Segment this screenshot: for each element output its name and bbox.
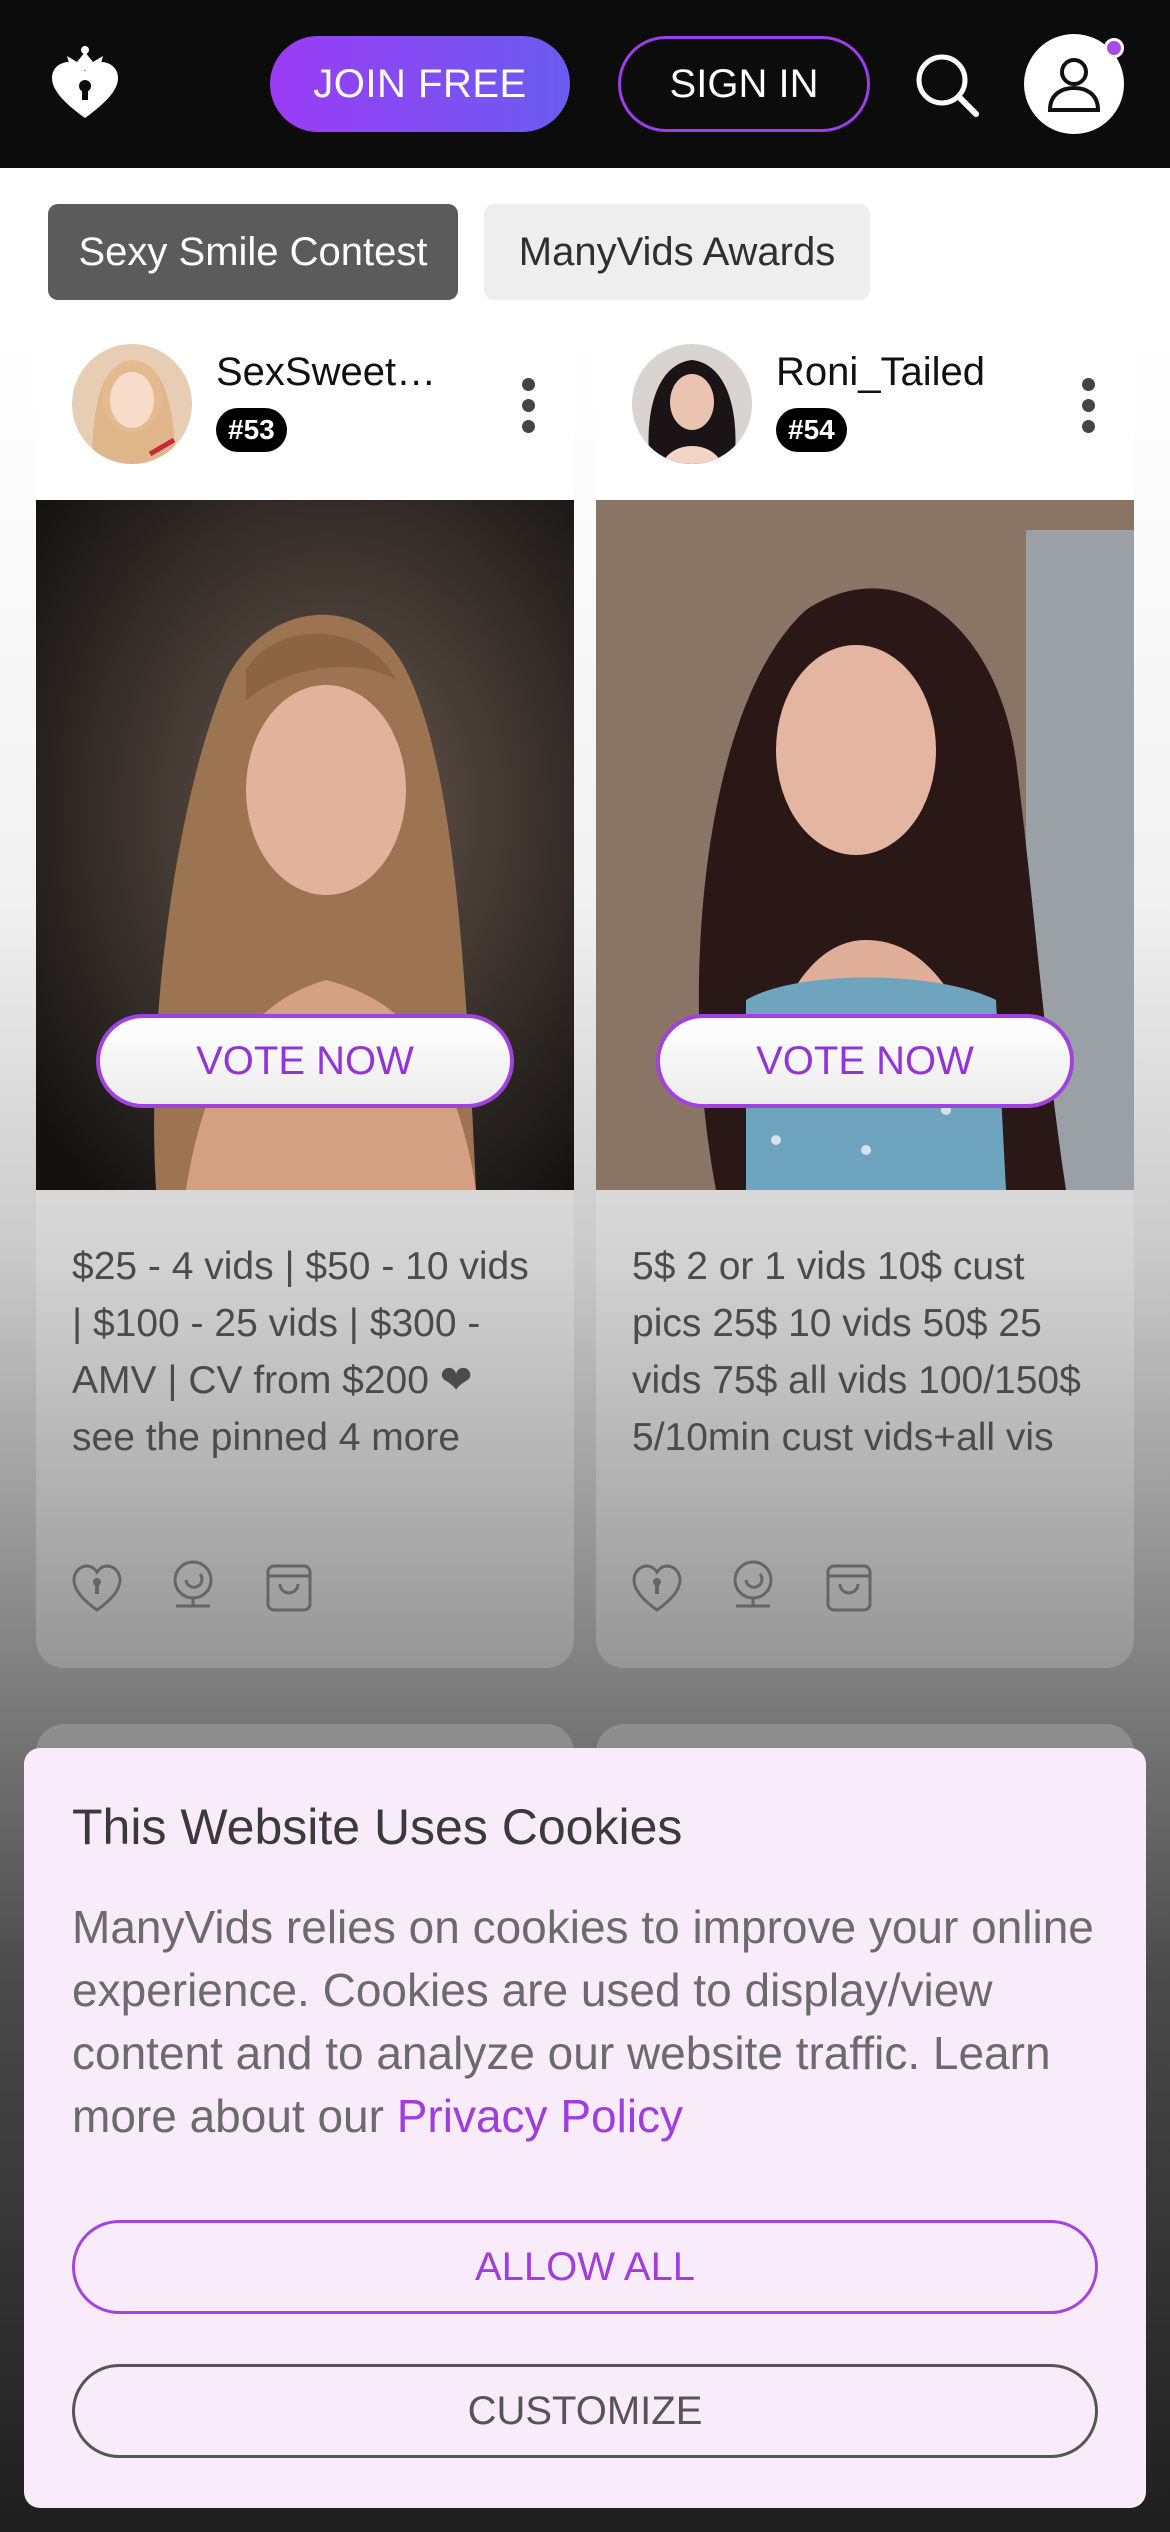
cookie-title: This Website Uses Cookies [72,1799,683,1855]
customize-button[interactable]: CUSTOMIZE [72,2364,1098,2458]
rank-badge: #53 [216,408,287,452]
cookie-consent-dialog: This Website Uses Cookies ManyVids relie… [24,1748,1146,2508]
store-bag-icon[interactable] [264,1558,314,1614]
avatar[interactable] [72,344,192,464]
more-options-icon[interactable] [520,378,536,434]
cookie-text: ManyVids relies on cookies to improve yo… [72,1896,1122,2148]
privacy-policy-link[interactable]: Privacy Policy [397,2090,683,2142]
contestant-card: Roni_Tailed #54 VOTE NOW 5$ 2 or 1 vids … [596,328,1134,1668]
tab-manyvids-awards[interactable]: ManyVids Awards [484,204,870,300]
sign-in-button[interactable]: SIGN IN [618,36,870,132]
join-free-button[interactable]: JOIN FREE [270,36,570,132]
card-description: $25 - 4 vids | $50 - 10 vids | $100 - 25… [72,1245,529,1459]
store-bag-icon[interactable] [824,1558,874,1614]
contest-tabs: Sexy Smile Contest ManyVids Awards [0,168,1170,338]
top-header: JOIN FREE SIGN IN [0,0,1170,168]
webcam-icon[interactable] [168,1558,218,1614]
contestant-photo[interactable]: VOTE NOW [596,500,1134,1190]
contestant-card: SexSweet… #53 VOTE NOW $25 - 4 vids | $5… [36,328,574,1668]
lock-heart-icon[interactable] [72,1558,122,1614]
card-header: Roni_Tailed #54 [596,328,1134,500]
lock-heart-icon[interactable] [632,1558,682,1614]
notification-dot [1104,38,1124,58]
contestant-name[interactable]: SexSweet… [216,350,436,395]
card-icons [632,1558,892,1614]
tab-sexy-smile-contest[interactable]: Sexy Smile Contest [48,204,458,300]
avatar[interactable] [632,344,752,464]
contestant-name[interactable]: Roni_Tailed [776,350,985,395]
crown-heart-logo[interactable] [50,42,120,122]
search-icon[interactable] [912,50,982,120]
card-description: 5$ 2 or 1 vids 10$ cust pics 25$ 10 vids… [632,1245,1081,1459]
vote-now-button[interactable]: VOTE NOW [656,1014,1074,1108]
contestant-photo[interactable]: VOTE NOW [36,500,574,1190]
vote-now-button[interactable]: VOTE NOW [96,1014,514,1108]
webcam-icon[interactable] [728,1558,778,1614]
more-options-icon[interactable] [1080,378,1096,434]
card-header: SexSweet… #53 [36,328,574,500]
card-icons [72,1558,332,1614]
rank-badge: #54 [776,408,847,452]
user-icon [1047,58,1101,112]
allow-all-button[interactable]: ALLOW ALL [72,2220,1098,2314]
